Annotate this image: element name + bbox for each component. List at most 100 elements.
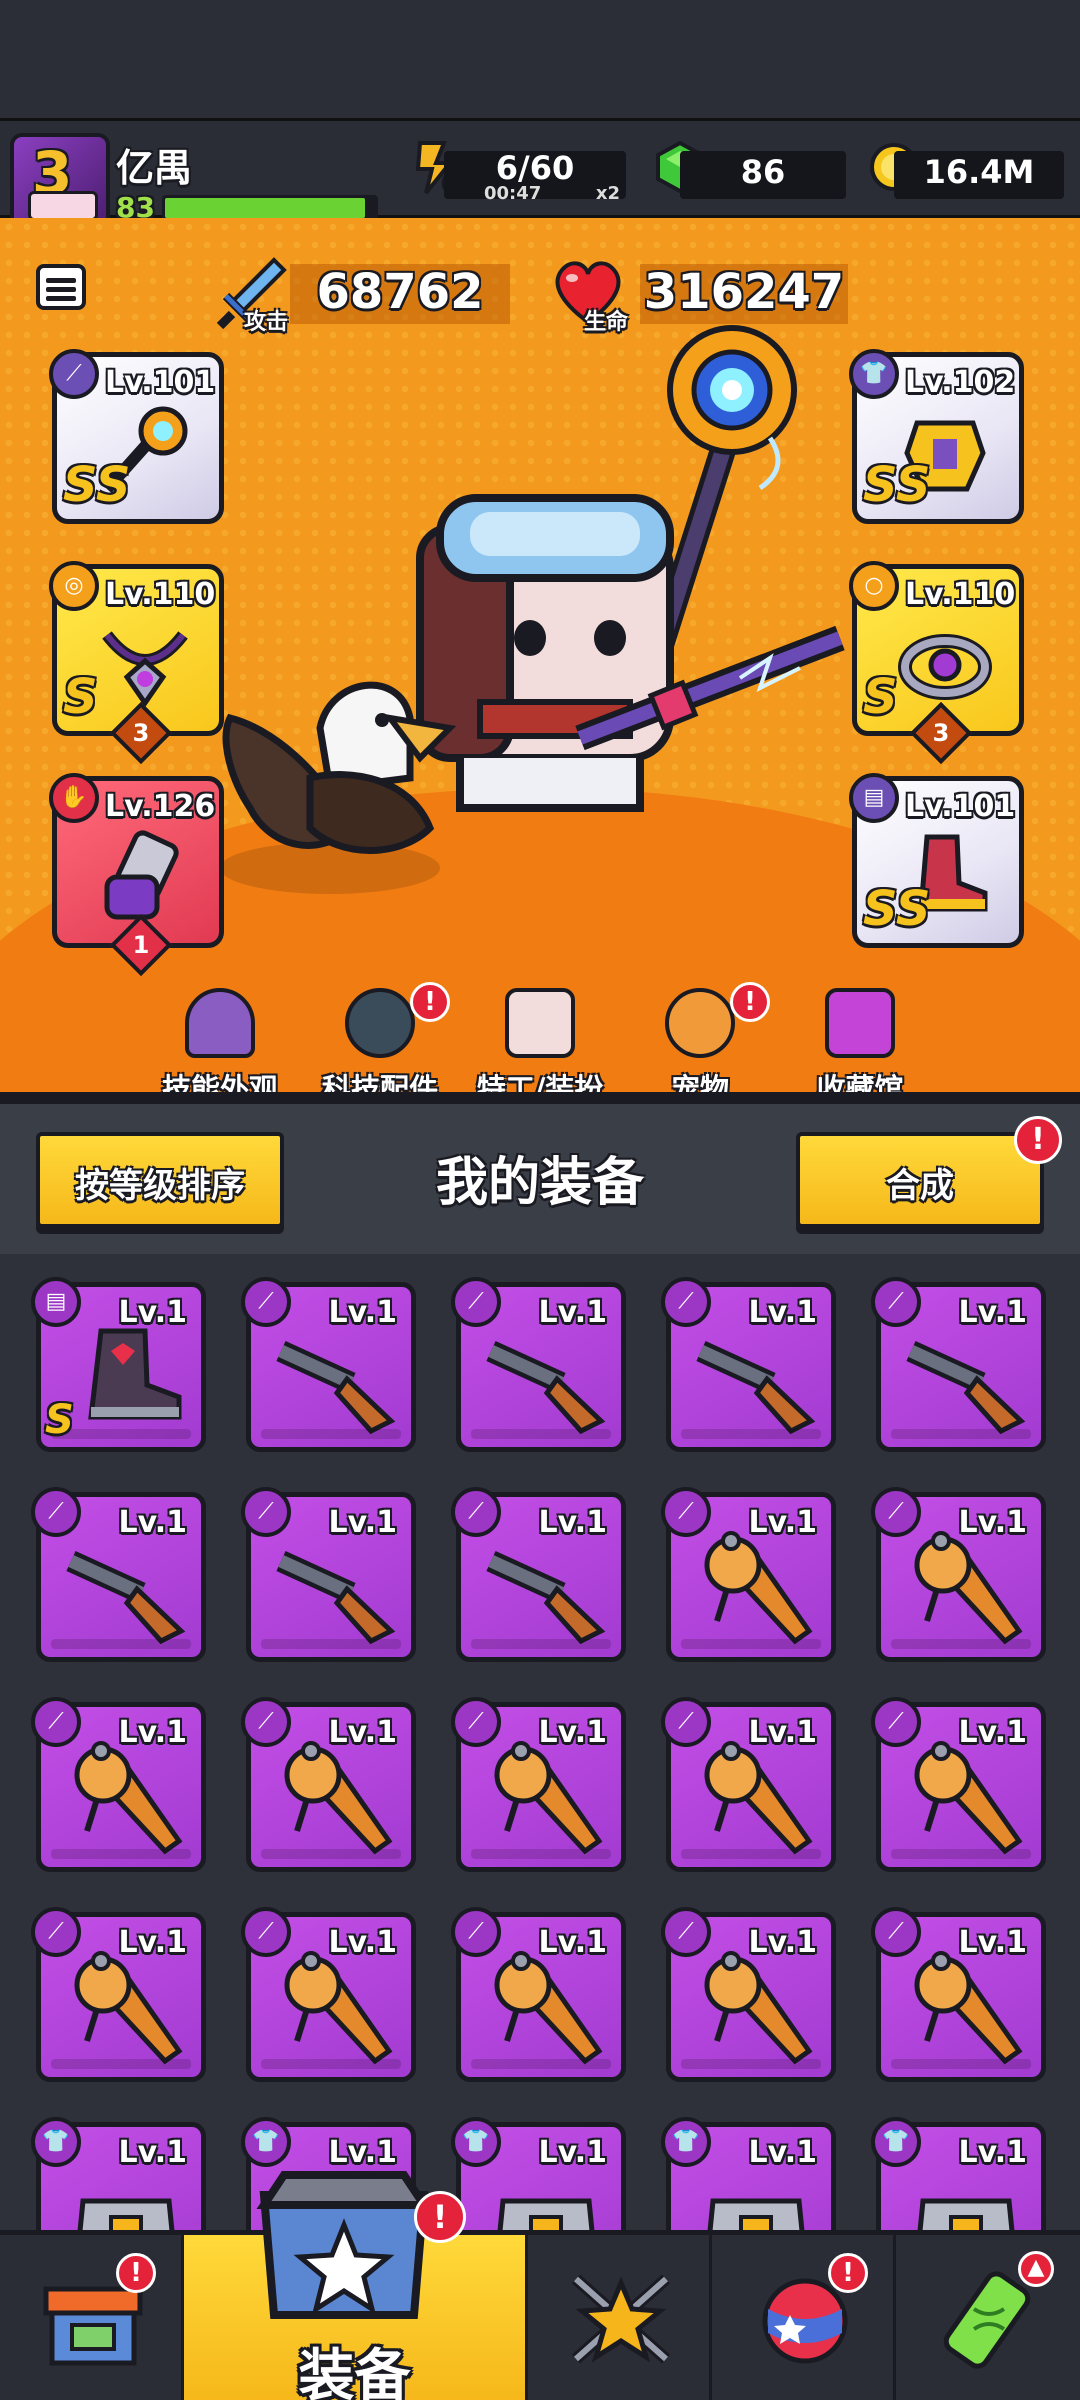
item-level: Lv.1 [958, 1295, 1028, 1330]
inventory-item[interactable]: ⟋ Lv.1 [451, 1697, 626, 1872]
drill-item-icon [494, 1951, 603, 2065]
slot-type-icon: ⟋ [871, 1697, 921, 1747]
equip-slot-ring[interactable]: ○ Lv.110 S 3 [849, 561, 1024, 765]
item-level: Lv.1 [958, 1505, 1028, 1540]
equip-slot-level: Lv.126 [105, 789, 216, 824]
item-level: Lv.1 [118, 1295, 188, 1330]
boots-item-icon [88, 1328, 182, 1420]
inventory-item[interactable]: ⟋ Lv.1 [31, 1487, 206, 1662]
inventory-item[interactable]: ⟋ Lv.1 [661, 1907, 836, 2082]
energy-multiplier: x2 [595, 183, 620, 204]
item-level: Lv.1 [328, 1925, 398, 1960]
inventory-item[interactable]: ⟋ Lv.1 [241, 1277, 416, 1452]
divider [0, 1092, 1080, 1104]
inventory-item[interactable]: ⟋ Lv.1 [31, 1697, 206, 1872]
equip-slot-level: Lv.102 [905, 365, 1016, 400]
slot-type-icon: ⟋ [871, 1277, 921, 1327]
pet-button[interactable]: ! 宠物 [620, 982, 780, 1100]
nav-shop[interactable]: ! [0, 2235, 184, 2400]
equip-slot-grade: S [63, 669, 98, 725]
item-level: Lv.1 [328, 1295, 398, 1330]
equip-slot-weapon[interactable]: ⟋ Lv.101 SS [49, 349, 224, 524]
inventory-item[interactable]: ▤ Lv.1 S [31, 1277, 206, 1452]
inventory-item[interactable]: 👕 Lv.1 [871, 2117, 1046, 2230]
shiba-pet-icon [665, 988, 735, 1058]
necklace-item-icon [102, 631, 188, 708]
slot-type-icon: ⟋ [31, 1487, 81, 1537]
inventory-item[interactable]: ⟋ Lv.1 [241, 1697, 416, 1872]
tech-parts-button[interactable]: ! 科技配件 [300, 982, 460, 1100]
shotgun-item-icon [276, 1340, 396, 1435]
inventory-item[interactable]: ⟋ Lv.1 [661, 1277, 836, 1452]
inventory-item[interactable]: ⟋ Lv.1 [871, 1487, 1046, 1662]
equip-slot-grade: SS [63, 457, 131, 513]
item-level: Lv.1 [748, 1295, 818, 1330]
inventory-item[interactable]: ⟋ Lv.1 [661, 1697, 836, 1872]
item-level: Lv.1 [958, 1715, 1028, 1750]
inventory-item[interactable]: ⟋ Lv.1 [31, 1907, 206, 2082]
inventory-item[interactable]: ⟋ Lv.1 [241, 1487, 416, 1662]
coin-value: 16.4M [923, 153, 1035, 191]
item-level: Lv.1 [958, 2135, 1028, 2170]
inventory-item[interactable]: ⟋ Lv.1 [871, 1907, 1046, 2082]
drill-item-icon [494, 1741, 603, 1855]
energy-timer: 00:47 [484, 183, 542, 204]
equip-slot-necklace[interactable]: ◎ Lv.110 S 3 [49, 561, 224, 765]
shotgun-item-icon [66, 1550, 186, 1645]
player-header: 3 亿禺 83 6/60 00:47 x2 86 16.4M [0, 118, 1080, 233]
slot-type-icon: 👕 [871, 2117, 921, 2167]
slot-type-icon: ⟋ [31, 1697, 81, 1747]
slot-type-icon: 👕 [451, 2117, 501, 2167]
notification-badge: ! [1014, 1116, 1062, 1164]
equip-slot-level: Lv.101 [905, 789, 1016, 824]
attack-label: 攻击 [244, 310, 289, 335]
inventory-item[interactable]: ⟋ Lv.1 [451, 1277, 626, 1452]
equip-slot-boots[interactable]: ▤ Lv.101 SS [849, 773, 1024, 948]
necklace-icon: ◎ [49, 561, 99, 611]
nav-planet[interactable]: ! [712, 2235, 896, 2400]
combine-button[interactable]: 合成 ! [796, 1116, 1062, 1228]
equip-slot-grade: SS [863, 457, 931, 513]
slot-type-icon: ⟋ [871, 1907, 921, 1957]
boots-icon: ▤ [849, 773, 899, 823]
inventory-item[interactable]: 👕 Lv.1 [451, 2117, 626, 2230]
collection-button[interactable]: 收藏馆 [780, 988, 940, 1100]
agent-costume-button[interactable]: 特工/装扮 [460, 988, 620, 1100]
equipment-armor-icon [256, 2171, 432, 2319]
equip-slot-level: Lv.110 [105, 577, 216, 612]
inventory-item[interactable]: ⟋ Lv.1 [451, 1487, 626, 1662]
menu-button[interactable] [36, 264, 86, 310]
feature-quick-nav: 技能外观 ! 科技配件 特工/装扮 ! 宠物 收藏馆 [140, 978, 940, 1100]
nav-gene[interactable]: ▲ [896, 2235, 1080, 2400]
slot-type-icon: ⟋ [451, 1697, 501, 1747]
attack-stat: 68762 [290, 264, 510, 324]
notification-badge: ! [730, 982, 770, 1022]
slot-type-icon: ⟋ [451, 1907, 501, 1957]
drill-item-icon [704, 1531, 813, 1645]
xp-progress-fill [165, 198, 365, 218]
equip-slot-glove[interactable]: ✋ Lv.126 1 [49, 773, 224, 977]
inventory-item[interactable]: 👕 Lv.1 [661, 2117, 836, 2230]
equip-slot-level: Lv.101 [105, 365, 216, 400]
inventory-item[interactable]: ⟋ Lv.1 [871, 1277, 1046, 1452]
tech-chip-icon [345, 988, 415, 1058]
inventory-item[interactable]: ⟋ Lv.1 [661, 1487, 836, 1662]
upgrade-arrow-icon: ▲ [1018, 2251, 1054, 2287]
equip-slot-grade: S [863, 669, 898, 725]
inventory-item[interactable]: ⟋ Lv.1 [871, 1697, 1046, 1872]
inventory-item[interactable]: 👕 Lv.1 [31, 2117, 206, 2230]
inventory-item[interactable]: ⟋ Lv.1 [241, 1907, 416, 2082]
slot-type-icon: ⟋ [661, 1907, 711, 1957]
hero-showcase: 攻击 68762 生命 316247 ⟋ Lv.101 SS ◎ Lv.110 … [0, 218, 1080, 1100]
agent-head-icon [505, 988, 575, 1058]
nav-equipment[interactable]: ! 装备 [184, 2171, 528, 2400]
equip-slot-armor[interactable]: 👕 Lv.102 SS [849, 349, 1024, 524]
status-bar [0, 0, 1080, 118]
drill-item-icon [914, 1531, 1023, 1645]
nav-battle[interactable] [528, 2235, 712, 2400]
skill-skin-button[interactable]: 技能外观 [140, 988, 300, 1100]
item-level: Lv.1 [538, 1505, 608, 1540]
slot-type-icon: ⟋ [451, 1487, 501, 1537]
drill-item-icon [74, 1951, 183, 2065]
inventory-item[interactable]: ⟋ Lv.1 [451, 1907, 626, 2082]
